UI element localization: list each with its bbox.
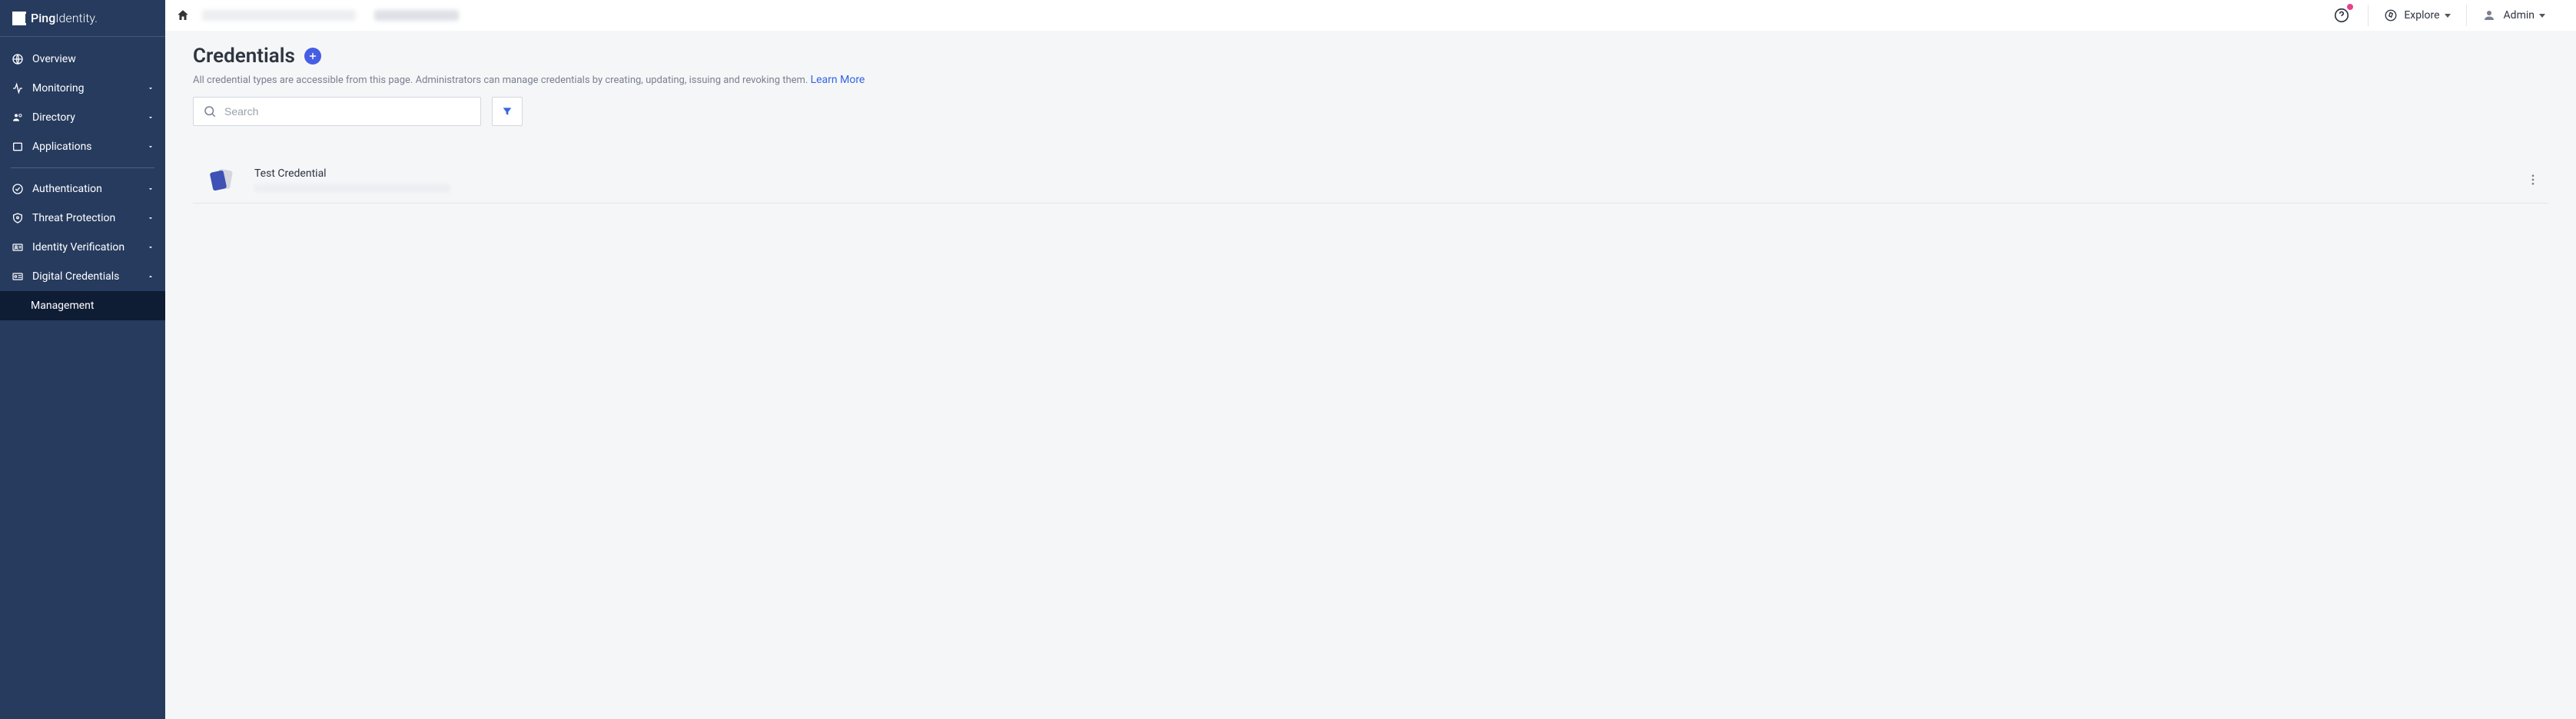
chevron-down-icon — [147, 214, 154, 222]
sidebar-label-monitoring: Monitoring — [32, 82, 147, 94]
activity-icon — [11, 81, 25, 95]
chevron-down-icon — [147, 84, 154, 92]
shield-icon — [11, 211, 25, 225]
globe-icon — [11, 52, 25, 66]
breadcrumb-segment-1 — [202, 10, 356, 21]
compass-icon — [2384, 8, 2398, 22]
home-icon[interactable] — [176, 8, 190, 22]
sidebar-label-digital-credentials: Digital Credentials — [32, 270, 147, 283]
brand-text: PingIdentity. — [31, 11, 98, 25]
help-button[interactable] — [2315, 0, 2368, 31]
toolbar — [193, 97, 2548, 126]
window-icon — [11, 140, 25, 154]
user-label: Admin — [2504, 9, 2535, 22]
id-card-icon — [11, 240, 25, 254]
sidebar-label-management: Management — [31, 300, 154, 312]
learn-more-link[interactable]: Learn More — [811, 74, 865, 86]
credential-list: Test Credential — [193, 157, 2548, 204]
sidebar-label-identity-verification: Identity Verification — [32, 241, 147, 253]
chevron-down-icon — [147, 244, 154, 251]
credential-card-icon — [211, 170, 231, 190]
main: Explore Admin Credentials All credential… — [165, 0, 2576, 719]
sidebar-subitem-management[interactable]: Management — [0, 291, 165, 320]
filter-button[interactable] — [492, 97, 523, 126]
topbar: Explore Admin — [165, 0, 2576, 31]
brand-text-light: Identity. — [55, 11, 98, 25]
page-description-text: All credential types are accessible from… — [193, 75, 811, 86]
user-icon — [2482, 8, 2496, 22]
sidebar-nav: Overview Monitoring Directory Appl — [0, 37, 165, 320]
chevron-up-icon — [147, 273, 154, 280]
sidebar-item-identity-verification[interactable]: Identity Verification — [0, 233, 165, 262]
notification-dot-icon — [2346, 3, 2354, 11]
more-vertical-icon — [2526, 173, 2540, 187]
users-icon — [11, 111, 25, 124]
sidebar-item-applications[interactable]: Applications — [0, 132, 165, 161]
chevron-down-icon — [147, 143, 154, 151]
sidebar-label-threat: Threat Protection — [32, 212, 147, 224]
explore-label: Explore — [2404, 9, 2439, 22]
page-description: All credential types are accessible from… — [193, 74, 2548, 86]
page-title: Credentials — [193, 45, 295, 68]
check-circle-icon — [11, 182, 25, 196]
sidebar-label-authentication: Authentication — [32, 183, 147, 195]
search-input[interactable] — [224, 105, 471, 118]
credential-title: Test Credential — [254, 167, 2524, 180]
sidebar-label-applications: Applications — [32, 141, 147, 153]
explore-menu[interactable]: Explore — [2369, 0, 2465, 31]
brand-logo-icon — [12, 12, 26, 25]
chevron-down-icon — [147, 185, 154, 193]
sidebar-item-directory[interactable]: Directory — [0, 103, 165, 132]
page-header: Credentials — [193, 45, 2548, 68]
row-actions-menu[interactable] — [2524, 171, 2542, 189]
plus-icon — [307, 51, 318, 61]
sidebar-item-threat-protection[interactable]: Threat Protection — [0, 204, 165, 233]
brand: PingIdentity. — [0, 0, 165, 37]
breadcrumb-segment-2 — [374, 10, 459, 21]
user-menu[interactable]: Admin — [2467, 0, 2561, 31]
sidebar-label-overview: Overview — [32, 53, 154, 65]
add-credential-button[interactable] — [304, 48, 321, 65]
chevron-down-icon — [147, 114, 154, 121]
sidebar-item-overview[interactable]: Overview — [0, 45, 165, 74]
search-box[interactable] — [193, 97, 481, 126]
sidebar-item-monitoring[interactable]: Monitoring — [0, 74, 165, 103]
content: Credentials All credential types are acc… — [165, 31, 2576, 719]
sidebar-label-directory: Directory — [32, 111, 147, 124]
sidebar: PingIdentity. Overview Monitoring Direct… — [0, 0, 165, 719]
sidebar-item-authentication[interactable]: Authentication — [0, 174, 165, 204]
credential-row-text: Test Credential — [254, 167, 2524, 192]
sidebar-divider — [11, 167, 154, 168]
search-icon — [203, 104, 217, 118]
credential-row[interactable]: Test Credential — [193, 157, 2548, 204]
brand-text-bold: Ping — [31, 11, 55, 25]
credential-subtitle-redacted — [254, 184, 450, 192]
filter-icon — [501, 105, 513, 118]
credentials-icon — [11, 270, 25, 283]
sidebar-item-digital-credentials[interactable]: Digital Credentials — [0, 262, 165, 291]
